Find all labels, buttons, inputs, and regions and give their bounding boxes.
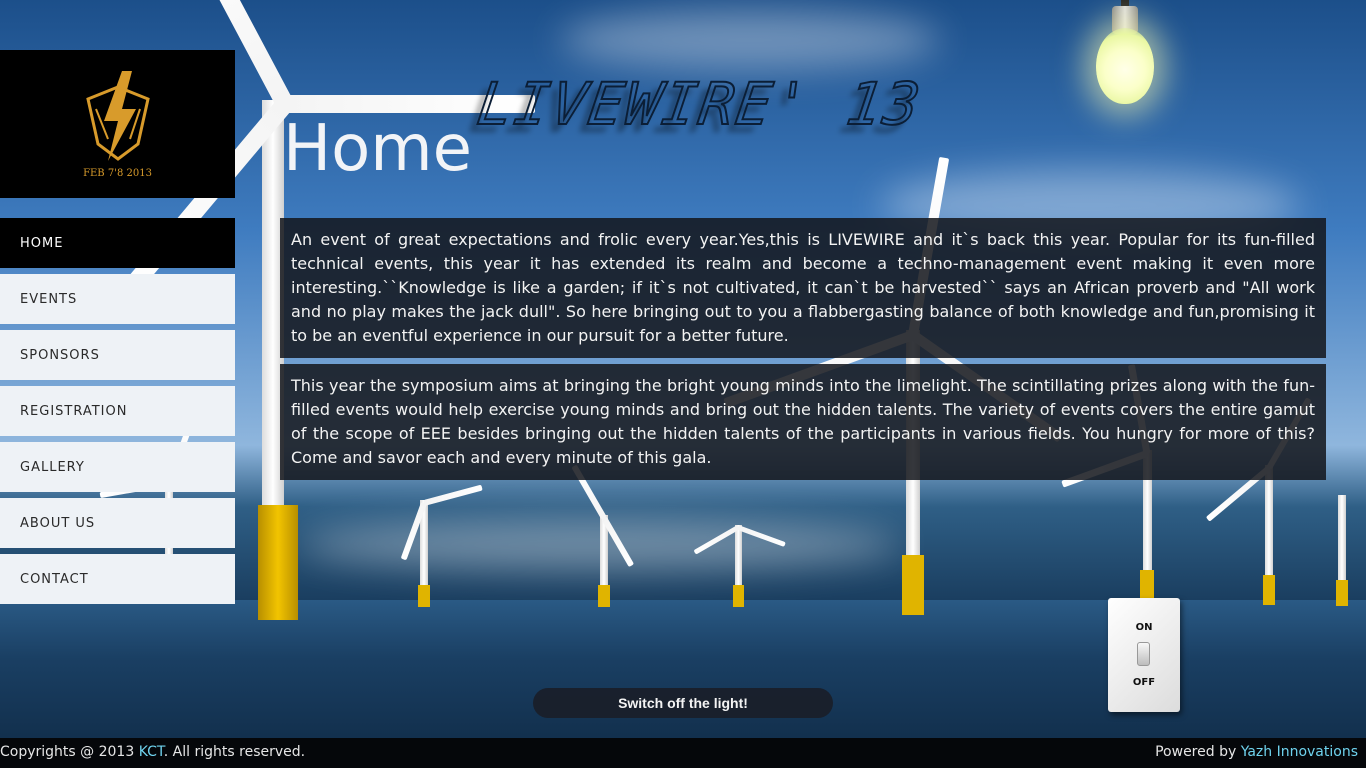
switch-on-label: ON: [1135, 622, 1153, 633]
page-title: Home: [283, 112, 472, 186]
footer: Copyrights @ 2013 KCT. All rights reserv…: [0, 738, 1366, 768]
main-navigation: HOME EVENTS SPONSORS REGISTRATION GALLER…: [0, 218, 235, 610]
kct-link[interactable]: KCT: [139, 744, 164, 760]
switch-toggle-icon[interactable]: [1137, 642, 1150, 666]
symposium-paragraph-panel: This year the symposium aims at bringing…: [280, 364, 1326, 480]
nav-item-about-us[interactable]: ABOUT US: [0, 498, 235, 548]
nav-item-sponsors[interactable]: SPONSORS: [0, 330, 235, 380]
intro-paragraph: An event of great expectations and froli…: [291, 230, 1315, 345]
switch-off-light-button[interactable]: Switch off the light!: [533, 688, 833, 718]
nav-item-home[interactable]: HOME: [0, 218, 235, 268]
site-logo[interactable]: FEB 7'8 2013: [0, 50, 235, 198]
footer-powered-by: Powered by Yazh Innovations: [1155, 738, 1358, 766]
nav-item-events[interactable]: EVENTS: [0, 274, 235, 324]
light-bulb-icon: [1090, 0, 1160, 110]
intro-paragraph-panel: An event of great expectations and froli…: [280, 218, 1326, 358]
copyright-prefix: Copyrights @ 2013: [0, 744, 139, 760]
yazh-innovations-link[interactable]: Yazh Innovations: [1241, 744, 1358, 760]
logo-date-text: FEB 7'8 2013: [83, 168, 152, 179]
powered-prefix: Powered by: [1155, 744, 1241, 760]
site-title: LIVEWIRE' 13: [472, 69, 927, 139]
symposium-paragraph: This year the symposium aims at bringing…: [291, 376, 1315, 467]
light-switch[interactable]: ON OFF: [1108, 598, 1180, 712]
nav-item-gallery[interactable]: GALLERY: [0, 442, 235, 492]
footer-copyright: Copyrights @ 2013 KCT. All rights reserv…: [0, 738, 305, 766]
copyright-suffix: . All rights reserved.: [163, 744, 306, 760]
nav-item-contact[interactable]: CONTACT: [0, 554, 235, 604]
lightning-diamond-logo-icon: FEB 7'8 2013: [78, 69, 158, 179]
switch-off-label: OFF: [1132, 677, 1156, 688]
nav-item-registration[interactable]: REGISTRATION: [0, 386, 235, 436]
